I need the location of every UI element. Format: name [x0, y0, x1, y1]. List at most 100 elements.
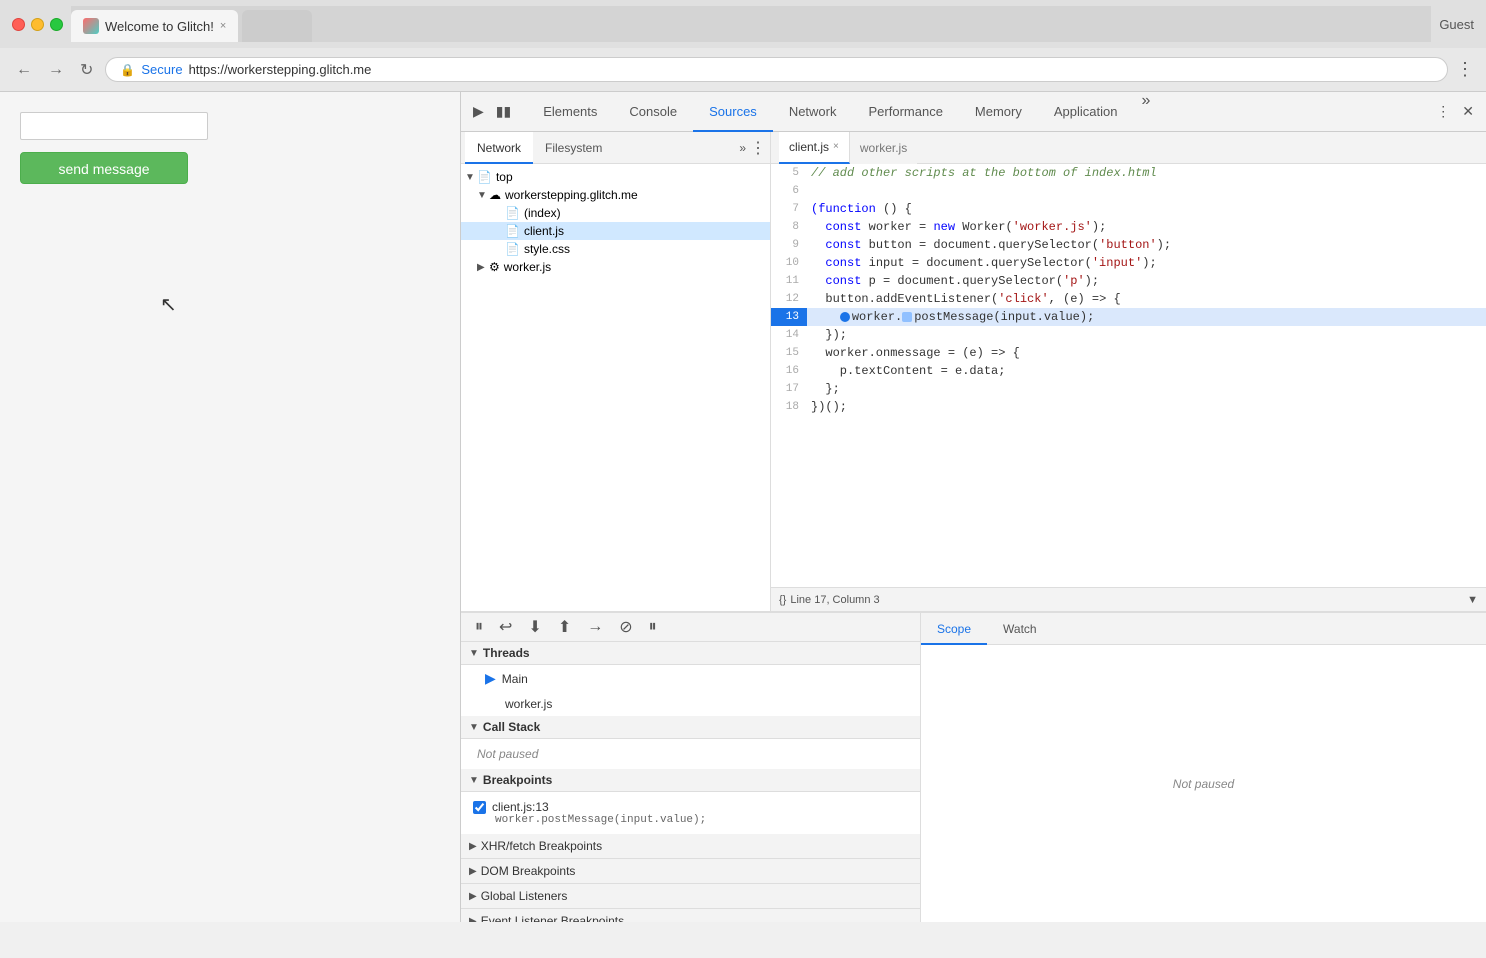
tab-close-button[interactable]: × — [220, 20, 226, 32]
global-listeners-header[interactable]: ▶ Global Listeners — [461, 884, 920, 909]
tree-item-top[interactable]: ▼ 📄 top — [461, 168, 770, 186]
watch-tab[interactable]: Watch — [987, 613, 1053, 645]
call-stack-section-header[interactable]: ▼ Call Stack — [461, 716, 920, 739]
pause-resume-button[interactable]: ⏸ — [469, 614, 489, 640]
breakpoints-section-header[interactable]: ▼ Breakpoints — [461, 769, 920, 792]
address-input[interactable]: 🔒 Secure https://workerstepping.glitch.m… — [105, 57, 1448, 82]
tree-item-index[interactable]: 📄 (index) — [461, 204, 770, 222]
title-bar: Welcome to Glitch! × Guest — [0, 0, 1486, 48]
file-icon-index: 📄 — [505, 206, 520, 220]
file-tab-network[interactable]: Network — [465, 132, 533, 164]
devtools-bottom: ⏸ ↩ ⬇ ⬆ → ⊘ ⏸ ▼ Threads ▶ Main — [461, 612, 1486, 922]
code-tab-worker-js[interactable]: worker.js — [850, 132, 917, 164]
code-line-15: 15 worker.onmessage = (e) => { — [771, 344, 1486, 362]
tab-performance[interactable]: Performance — [853, 92, 959, 132]
xhr-arrow: ▶ — [469, 841, 477, 852]
step-out-button[interactable]: ⬆ — [552, 613, 577, 641]
tree-arrow-client — [493, 226, 505, 237]
reload-button[interactable]: ↻ — [76, 56, 97, 84]
thread-active-icon: ▶ — [485, 670, 496, 687]
tree-item-domain[interactable]: ▼ ☁ workerstepping.glitch.me — [461, 186, 770, 204]
code-line-7: 7 (function () { — [771, 200, 1486, 218]
traffic-lights — [12, 18, 63, 31]
secure-text: Secure — [141, 62, 182, 77]
tab-memory[interactable]: Memory — [959, 92, 1038, 132]
xhr-breakpoints-header[interactable]: ▶ XHR/fetch Breakpoints — [461, 834, 920, 859]
breakpoint-checkbox-1[interactable] — [473, 801, 486, 814]
breakpoints-label: Breakpoints — [483, 773, 552, 787]
address-url: https://workerstepping.glitch.me — [189, 62, 372, 77]
close-button[interactable] — [12, 18, 25, 31]
address-bar: ← → ↻ 🔒 Secure https://workerstepping.gl… — [0, 48, 1486, 92]
tree-label-worker-js: worker.js — [504, 260, 551, 274]
thread-main[interactable]: ▶ Main — [461, 665, 920, 692]
code-line-18: 18 })(); — [771, 398, 1486, 416]
tab-sources[interactable]: Sources — [693, 92, 773, 132]
breakpoints-content: client.js:13 worker.postMessage(input.va… — [461, 792, 920, 834]
file-tab-filesystem[interactable]: Filesystem — [533, 132, 614, 164]
message-input[interactable] — [20, 112, 208, 140]
code-line-17: 17 }; — [771, 380, 1486, 398]
file-panel-tabs: Network Filesystem » ⋮ — [461, 132, 770, 164]
threads-arrow: ▼ — [469, 648, 479, 659]
maximize-button[interactable] — [50, 18, 63, 31]
cursor-indicator: ↖ — [160, 292, 177, 317]
minimize-button[interactable] — [31, 18, 44, 31]
device-toolbar-button[interactable]: ▮▮ — [492, 99, 515, 124]
step-button[interactable]: → — [581, 614, 609, 640]
deactivate-breakpoints-button[interactable]: ⊘ — [613, 613, 638, 641]
forward-button[interactable]: → — [44, 57, 68, 83]
tree-item-worker-js[interactable]: ▶ ⚙ worker.js — [461, 258, 770, 276]
main-layout: send message ↖ ▶ ▮▮ Elements Console Sou… — [0, 92, 1486, 922]
tab-application[interactable]: Application — [1038, 92, 1134, 132]
pretty-print-icon[interactable]: {} — [779, 594, 786, 606]
call-stack-label: Call Stack — [483, 720, 540, 734]
tab-elements[interactable]: Elements — [527, 92, 613, 132]
code-tab-client-js-close[interactable]: × — [833, 141, 839, 152]
pause-on-exceptions-button[interactable]: ⏸ — [643, 614, 663, 640]
browser-menu-button[interactable]: ⋮ — [1456, 59, 1474, 80]
step-into-button[interactable]: ⬇ — [522, 613, 547, 641]
browser-tab-active[interactable]: Welcome to Glitch! × — [71, 10, 238, 42]
thread-main-label: Main — [502, 672, 528, 686]
call-stack-arrow: ▼ — [469, 722, 479, 733]
tab-network[interactable]: Network — [773, 92, 853, 132]
event-breakpoints-header[interactable]: ▶ Event Listener Breakpoints — [461, 909, 920, 922]
threads-section-header[interactable]: ▼ Threads — [461, 642, 920, 665]
threads-label: Threads — [483, 646, 530, 660]
step-over-button[interactable]: ↩ — [493, 613, 518, 641]
back-button[interactable]: ← — [12, 57, 36, 83]
scope-not-paused: Not paused — [1173, 777, 1234, 791]
devtools-settings-button[interactable]: ⋮ — [1432, 99, 1454, 124]
send-message-button[interactable]: send message — [20, 152, 188, 184]
code-tab-client-js[interactable]: client.js × — [779, 132, 850, 164]
debug-toolbar: ⏸ ↩ ⬇ ⬆ → ⊘ ⏸ — [461, 613, 920, 642]
file-tabs-more[interactable]: » — [739, 141, 746, 155]
inspect-element-button[interactable]: ▶ — [469, 99, 488, 124]
tabs-more-button[interactable]: » — [1133, 92, 1158, 132]
tree-item-style-css[interactable]: 📄 style.css — [461, 240, 770, 258]
thread-worker-label: worker.js — [505, 697, 552, 711]
event-arrow: ▶ — [469, 916, 477, 923]
scope-content: Not paused — [921, 645, 1486, 922]
code-editor[interactable]: 5 // add other scripts at the bottom of … — [771, 164, 1486, 587]
new-tab-button[interactable] — [242, 10, 312, 42]
breakpoint-code-text: worker.postMessage(input.value); — [473, 814, 908, 826]
tab-favicon — [83, 18, 99, 34]
dom-breakpoints-header[interactable]: ▶ DOM Breakpoints — [461, 859, 920, 884]
code-line-12: 12 button.addEventListener('click', (e) … — [771, 290, 1486, 308]
devtools-close-button[interactable]: ✕ — [1458, 99, 1478, 124]
devtools-top-section: Network Filesystem » ⋮ ▼ 📄 top ▼ ☁ — [461, 132, 1486, 612]
scope-tab[interactable]: Scope — [921, 613, 987, 645]
dom-label: DOM Breakpoints — [481, 864, 576, 878]
threads-content: ▶ Main worker.js — [461, 665, 920, 716]
tree-item-client-js[interactable]: 📄 client.js — [461, 222, 770, 240]
breakpoint-item-1: client.js:13 worker.postMessage(input.va… — [461, 792, 920, 834]
browser-chrome: Welcome to Glitch! × Guest ← → ↻ 🔒 Secur… — [0, 0, 1486, 92]
tab-console[interactable]: Console — [613, 92, 693, 132]
secure-icon: 🔒 — [120, 63, 135, 77]
code-line-14: 14 }); — [771, 326, 1486, 344]
thread-worker[interactable]: worker.js — [461, 692, 920, 716]
file-icon-style-css: 📄 — [505, 242, 520, 256]
file-panel-menu-button[interactable]: ⋮ — [750, 138, 766, 158]
